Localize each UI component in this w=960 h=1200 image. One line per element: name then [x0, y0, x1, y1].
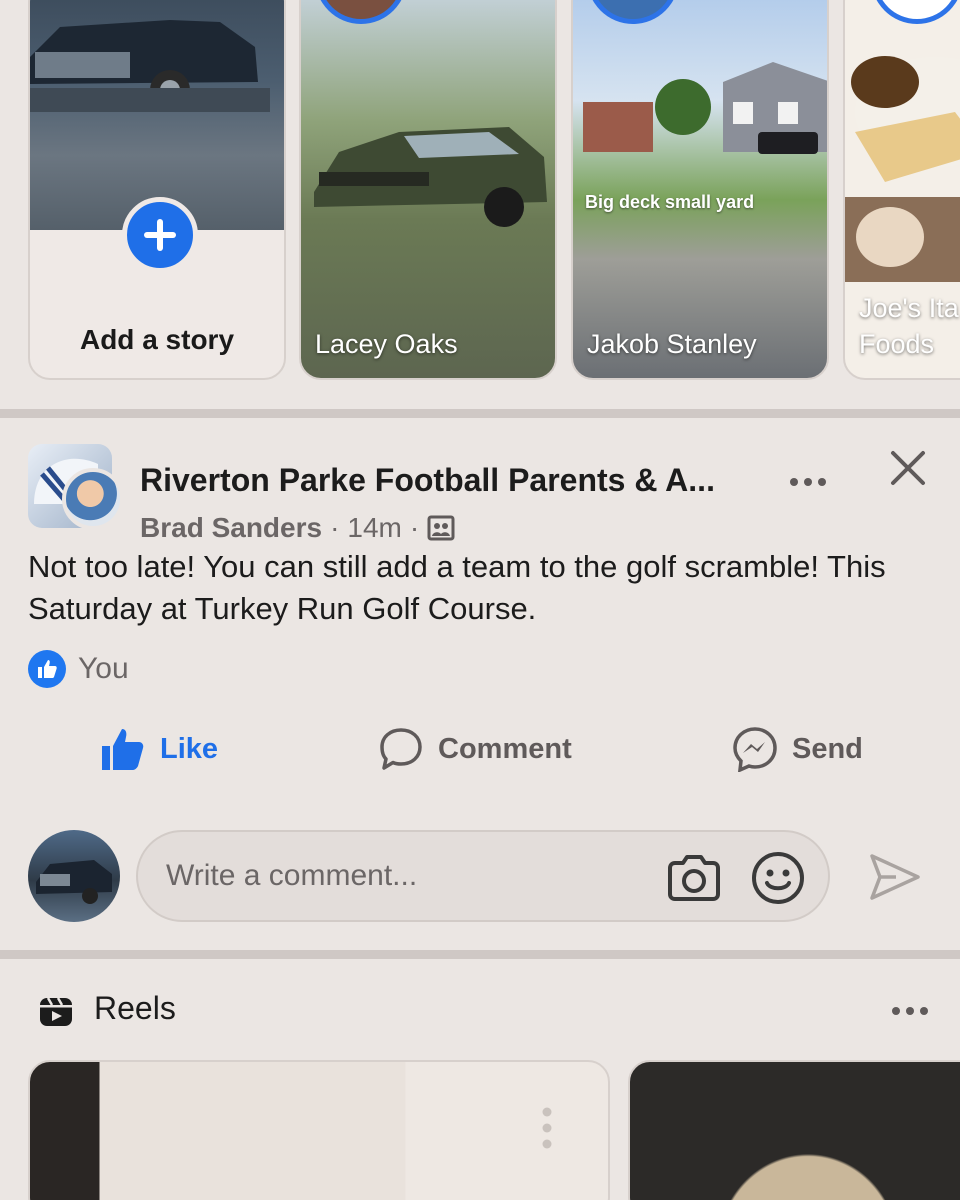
messenger-icon — [733, 727, 777, 772]
story-avatar — [871, 0, 960, 24]
more-options-icon[interactable] — [788, 474, 828, 490]
reel-card[interactable] — [628, 1060, 960, 1200]
car-image — [314, 127, 547, 227]
comment-input-box[interactable] — [136, 830, 830, 922]
my-avatar[interactable] — [28, 830, 120, 922]
like-button[interactable]: Like — [100, 726, 218, 772]
add-story-label: Add a story — [79, 324, 235, 355]
reaction-summary[interactable]: You — [28, 650, 129, 688]
feed-post: Riverton Parke Football Parents & A... B… — [0, 418, 960, 950]
story-avatar — [587, 0, 679, 24]
comment-button[interactable]: Comment — [378, 726, 572, 772]
story-photo — [30, 0, 284, 230]
story-name: Jakob Stanley — [587, 329, 757, 359]
reels-header: Reels — [0, 990, 960, 1040]
story-name: Joe's Ita Foods — [859, 290, 959, 362]
story-avatar — [315, 0, 407, 24]
send-icon[interactable] — [866, 852, 922, 902]
post-time[interactable]: 14m — [347, 512, 401, 544]
meta-separator: · — [330, 512, 340, 543]
comment-icon — [380, 728, 422, 770]
house-image — [583, 62, 827, 154]
comment-composer — [0, 830, 960, 924]
more-options-icon[interactable] — [890, 1004, 930, 1018]
story-name-line: Foods — [859, 329, 935, 359]
plus-icon — [144, 219, 176, 251]
like-icon — [102, 729, 144, 770]
post-actions: Like Comment Send — [0, 726, 960, 778]
section-divider — [0, 409, 960, 418]
post-text: Not too late! You can still add a team t… — [28, 549, 886, 626]
reel-card[interactable] — [28, 1060, 610, 1200]
section-divider — [0, 950, 960, 959]
story-caption: Big deck small yard — [585, 192, 755, 212]
camera-icon[interactable] — [666, 854, 722, 902]
group-name[interactable]: Riverton Parke Football Parents & A... — [140, 462, 715, 499]
send-button[interactable]: Send — [732, 726, 863, 772]
reels-icon — [40, 997, 72, 1026]
send-label: Send — [792, 732, 863, 765]
reels-title: Reels — [94, 990, 176, 1026]
story-card-jakob-stanley[interactable]: Big deck small yard Jakob Stanley — [571, 0, 829, 380]
comment-label: Comment — [438, 732, 572, 765]
add-story-button[interactable] — [122, 197, 198, 273]
truck-image — [30, 20, 270, 112]
author-avatar[interactable] — [62, 468, 124, 530]
post-meta: Brad Sanders · 14m · — [140, 512, 455, 544]
story-name: Lacey Oaks — [315, 329, 458, 359]
meta-separator: · — [409, 512, 420, 543]
truck-image — [36, 860, 112, 904]
add-story-card[interactable]: Add a story — [28, 0, 286, 380]
author-name[interactable]: Brad Sanders — [140, 512, 322, 544]
reactor-names: You — [78, 652, 129, 685]
like-reaction-icon — [28, 650, 66, 688]
comment-input[interactable] — [166, 859, 646, 893]
close-icon[interactable] — [888, 448, 928, 488]
story-card-lacey-oaks[interactable]: Lacey Oaks — [299, 0, 557, 380]
like-label: Like — [160, 732, 219, 765]
emoji-icon[interactable] — [750, 850, 806, 906]
stories-strip: Add a story Lacey Oaks Big deck small ya… — [0, 0, 960, 410]
group-icon — [427, 515, 455, 541]
food-image — [845, 56, 960, 282]
story-name-line: Joe's Ita — [859, 293, 959, 323]
story-card-joes-foods[interactable]: Joe's Ita Foods — [843, 0, 960, 380]
reel-menu-icon[interactable] — [540, 1106, 554, 1150]
